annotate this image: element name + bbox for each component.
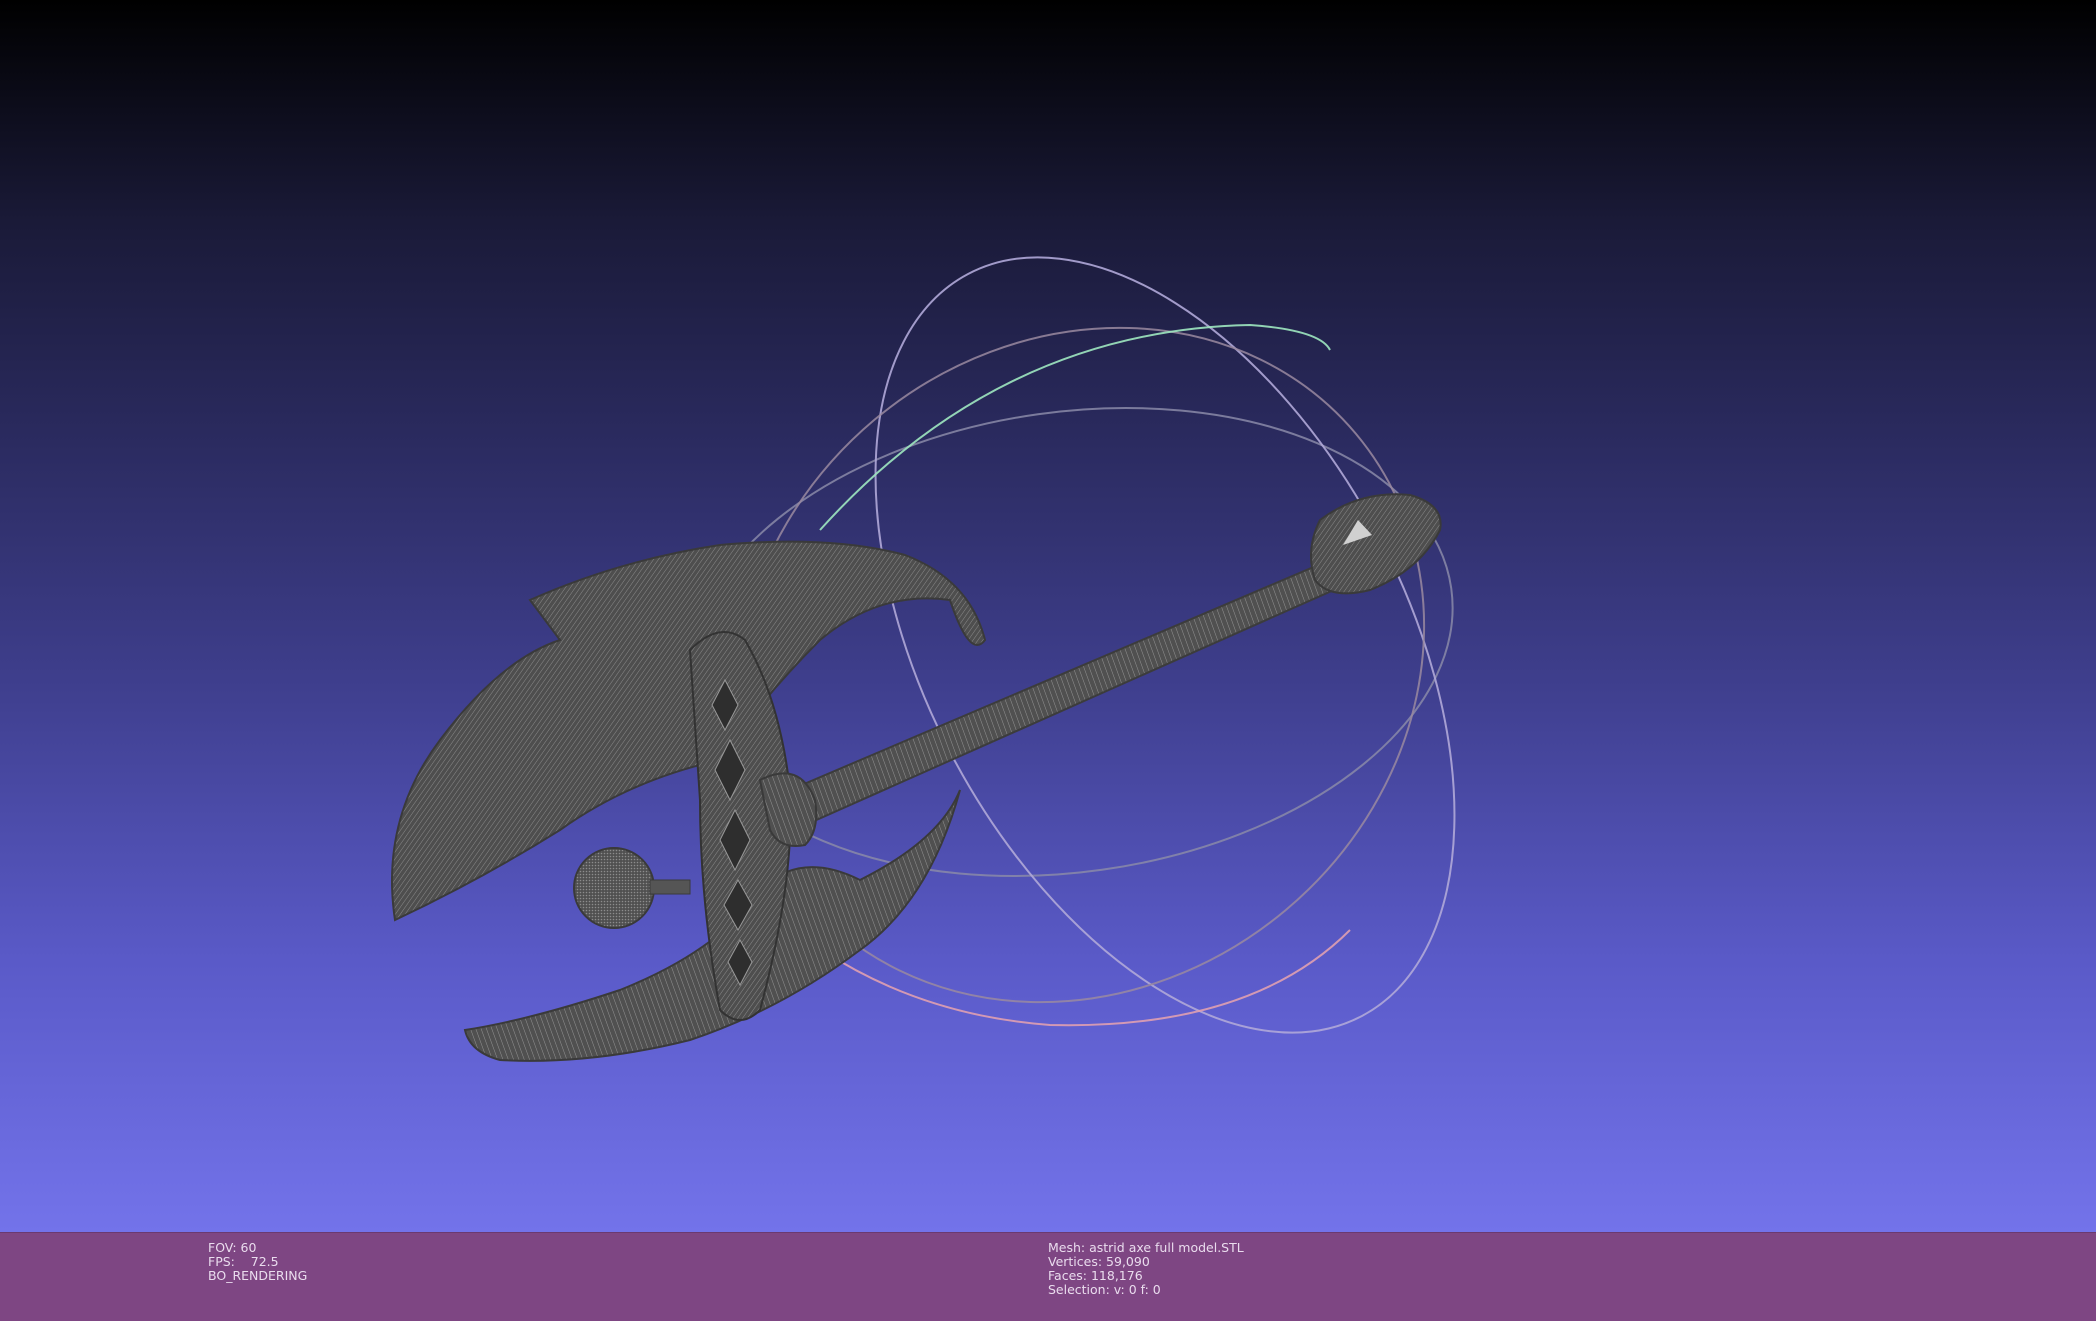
axe-mesh[interactable] [391,493,1442,1062]
mesh-name-readout: Mesh: astrid axe full model.STL [1048,1240,1244,1255]
sphere-stem [649,879,691,895]
render-mode-readout: BO_RENDERING [208,1268,308,1283]
fps-readout: FPS: 72.5 [208,1254,279,1269]
mesh-info: Mesh: astrid axe full model.STL Vertices… [1048,1241,1244,1297]
axe-sphere [573,847,655,929]
selection-readout: Selection: v: 0 f: 0 [1048,1282,1161,1297]
status-bar: FOV: 60 FPS: 72.5 BO_RENDERING Mesh: ast… [0,1232,2096,1321]
fov-readout: FOV: 60 [208,1240,257,1255]
scene-canvas[interactable] [0,0,2096,1232]
vertices-readout: Vertices: 59,090 [1048,1254,1150,1269]
viewer-info: FOV: 60 FPS: 72.5 BO_RENDERING [208,1241,307,1283]
3d-viewport[interactable] [0,0,2096,1232]
faces-readout: Faces: 118,176 [1048,1268,1143,1283]
